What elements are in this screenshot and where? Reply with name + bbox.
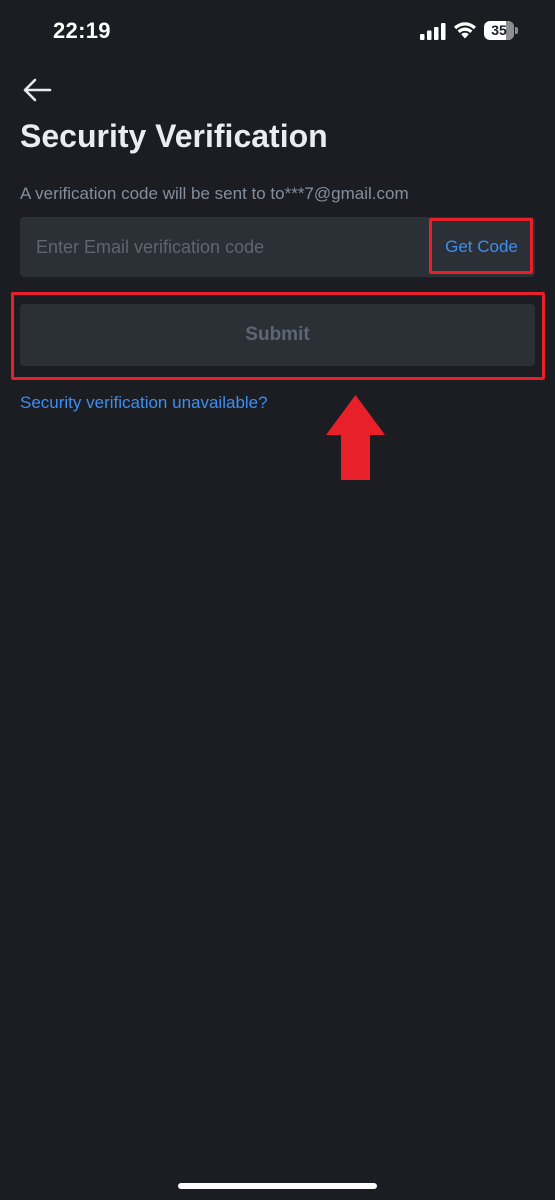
arrow-left-icon [23,78,52,102]
back-button[interactable] [18,72,56,108]
signal-icon [420,23,446,40]
verification-subtitle: A verification code will be sent to to**… [20,184,409,203]
email-code-input[interactable] [20,217,425,277]
home-indicator [178,1183,377,1189]
wifi-icon [454,22,476,39]
status-time: 22:19 [53,18,111,43]
email-code-field: Get Code [20,217,535,277]
battery-level: 35 [491,22,507,38]
submit-button[interactable]: Submit [20,304,535,366]
red-up-arrow-icon [326,395,385,480]
verification-unavailable-link[interactable]: Security verification unavailable? [20,393,268,413]
get-code-button[interactable]: Get Code [431,221,532,273]
battery-icon: 35 [484,21,518,40]
status-bar: 22:19 35 [0,0,555,62]
page-title: Security Verification [20,118,328,154]
